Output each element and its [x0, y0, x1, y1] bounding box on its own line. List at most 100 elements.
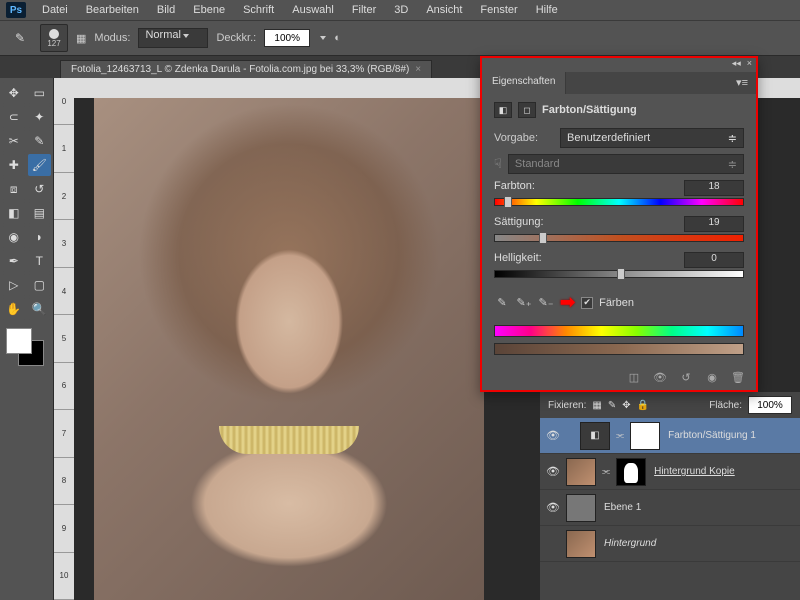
reset-icon[interactable]: ↺	[678, 370, 694, 384]
visibility-icon[interactable]: 👁	[544, 429, 562, 442]
close-tab-icon[interactable]: ×	[415, 64, 421, 75]
view-previous-icon[interactable]: 👁	[652, 370, 668, 384]
menu-datei[interactable]: Datei	[34, 2, 76, 18]
layer-name[interactable]: Hintergrund Kopie	[654, 466, 735, 477]
type-tool[interactable]: T	[28, 250, 52, 272]
eyedropper-add-icon[interactable]: ✎₊	[516, 295, 532, 311]
lock-label: Fixieren:	[548, 400, 586, 411]
preset-label: Vorgabe:	[494, 132, 554, 144]
color-range-select: Standard≑	[508, 154, 744, 174]
layers-panel: Fixieren: ▦ ✎ ✥ 🔒 Fläche: 👁 ◧ ⫘ Farbton/…	[540, 392, 800, 600]
menu-bild[interactable]: Bild	[149, 2, 183, 18]
lock-position-icon[interactable]: ✥	[622, 400, 630, 411]
toggle-visibility-icon[interactable]: ◉	[704, 370, 720, 384]
canvas-area[interactable]	[74, 98, 540, 600]
eraser-tool[interactable]: ◧	[2, 202, 26, 224]
fill-input[interactable]	[748, 396, 792, 414]
link-mask-icon[interactable]: ⫘	[616, 430, 624, 441]
lock-transparency-icon[interactable]: ▦	[592, 400, 601, 411]
options-bar: ✎ 127 ▦ Modus: Normal Deckkr.: ◐	[0, 20, 800, 56]
preset-select[interactable]: Benutzerdefiniert≑	[560, 128, 744, 148]
crop-tool[interactable]: ✂	[2, 130, 26, 152]
visibility-icon[interactable]: 👁	[544, 501, 562, 514]
panel-menu-icon[interactable]: ▾≡	[728, 72, 756, 94]
menu-ebene[interactable]: Ebene	[185, 2, 233, 18]
adjustment-icon: ◧	[494, 102, 512, 118]
link-mask-icon[interactable]: ⫘	[602, 466, 610, 477]
colorize-label: Färben	[599, 297, 634, 309]
layer-thumb[interactable]	[566, 458, 596, 486]
close-panel-icon[interactable]: ×	[747, 58, 752, 72]
lightness-label: Helligkeit:	[494, 252, 542, 268]
menu-3d[interactable]: 3D	[386, 2, 416, 18]
menu-filter[interactable]: Filter	[344, 2, 384, 18]
adjustment-thumb[interactable]: ◧	[580, 422, 610, 450]
collapse-panel-icon[interactable]: ◂◂	[732, 58, 741, 72]
mask-thumb[interactable]	[616, 458, 646, 486]
menu-ansicht[interactable]: Ansicht	[418, 2, 470, 18]
lock-pixels-icon[interactable]: ✎	[608, 400, 616, 411]
marquee-tool[interactable]: ▭	[28, 82, 52, 104]
hue-value[interactable]: 18	[684, 180, 744, 196]
pen-tool[interactable]: ✒	[2, 250, 26, 272]
layer-name[interactable]: Hintergrund	[604, 538, 656, 549]
move-tool[interactable]: ✥	[2, 82, 26, 104]
hue-slider[interactable]	[494, 198, 744, 208]
shape-tool[interactable]: ▢	[28, 274, 52, 296]
tool-preset-icon[interactable]: ✎	[8, 27, 32, 49]
mask-thumb[interactable]	[630, 422, 660, 450]
delete-adjustment-icon[interactable]: 🗑	[730, 370, 746, 384]
stamp-tool[interactable]: ⧈	[2, 178, 26, 200]
opacity-dropdown-icon[interactable]	[320, 36, 326, 40]
blend-mode-select[interactable]: Normal	[138, 28, 208, 48]
eyedropper-sub-icon[interactable]: ✎₋	[538, 295, 554, 311]
necklace-detail	[219, 426, 359, 454]
menu-hilfe[interactable]: Hilfe	[528, 2, 566, 18]
opacity-input[interactable]	[264, 29, 310, 47]
menu-bearbeiten[interactable]: Bearbeiten	[78, 2, 147, 18]
menu-fenster[interactable]: Fenster	[472, 2, 525, 18]
path-tool[interactable]: ▷	[2, 274, 26, 296]
blur-tool[interactable]: ◉	[2, 226, 26, 248]
lasso-tool[interactable]: ⊂	[2, 106, 26, 128]
toggle-panel-icon[interactable]: ▦	[76, 32, 86, 45]
lightness-value[interactable]: 0	[684, 252, 744, 268]
gradient-tool[interactable]: ▤	[28, 202, 52, 224]
mask-icon[interactable]: ◻	[518, 102, 536, 118]
eyedropper-tool[interactable]: ✎	[28, 130, 52, 152]
layer-thumb[interactable]	[566, 494, 596, 522]
saturation-slider[interactable]	[494, 234, 744, 244]
visibility-icon[interactable]: 👁	[544, 465, 562, 478]
toolbox: ✥▭ ⊂✦ ✂✎ ✚🖌 ⧈↺ ◧▤ ◉◗ ✒T ▷▢ ✋🔍	[0, 78, 54, 600]
properties-tab[interactable]: Eigenschaften	[482, 72, 566, 94]
pressure-opacity-icon[interactable]: ◐	[334, 32, 341, 44]
colorize-checkbox[interactable]: ✔	[581, 297, 593, 309]
healing-tool[interactable]: ✚	[2, 154, 26, 176]
layer-row-hintergrund[interactable]: Hintergrund	[540, 526, 800, 562]
clip-to-layer-icon[interactable]: ◫	[626, 370, 642, 384]
zoom-tool[interactable]: 🔍	[28, 298, 52, 320]
document-tab[interactable]: Fotolia_12463713_L © Zdenka Darula - Fot…	[60, 60, 432, 78]
targeted-adjust-icon[interactable]: ☟	[494, 156, 502, 172]
color-swatches	[6, 328, 46, 368]
lock-all-icon[interactable]: 🔒	[637, 400, 649, 411]
brush-preset[interactable]: 127	[40, 24, 68, 52]
foreground-color-swatch[interactable]	[6, 328, 32, 354]
history-brush-tool[interactable]: ↺	[28, 178, 52, 200]
layer-row-ebene1[interactable]: 👁 Ebene 1	[540, 490, 800, 526]
layer-name[interactable]: Farbton/Sättigung 1	[668, 430, 756, 441]
menu-schrift[interactable]: Schrift	[235, 2, 282, 18]
layer-thumb[interactable]	[566, 530, 596, 558]
brush-tool[interactable]: 🖌	[28, 154, 52, 176]
menu-auswahl[interactable]: Auswahl	[284, 2, 342, 18]
document-canvas[interactable]	[94, 98, 484, 600]
hand-tool[interactable]: ✋	[2, 298, 26, 320]
eyedropper-icon[interactable]: ✎	[494, 295, 510, 311]
layer-name[interactable]: Ebene 1	[604, 502, 641, 513]
saturation-value[interactable]: 19	[684, 216, 744, 232]
layer-row-hue-sat[interactable]: 👁 ◧ ⫘ Farbton/Sättigung 1	[540, 418, 800, 454]
layer-row-bg-copy[interactable]: 👁 ⫘ Hintergrund Kopie	[540, 454, 800, 490]
dodge-tool[interactable]: ◗	[28, 226, 52, 248]
lightness-slider[interactable]	[494, 270, 744, 280]
quick-select-tool[interactable]: ✦	[28, 106, 52, 128]
